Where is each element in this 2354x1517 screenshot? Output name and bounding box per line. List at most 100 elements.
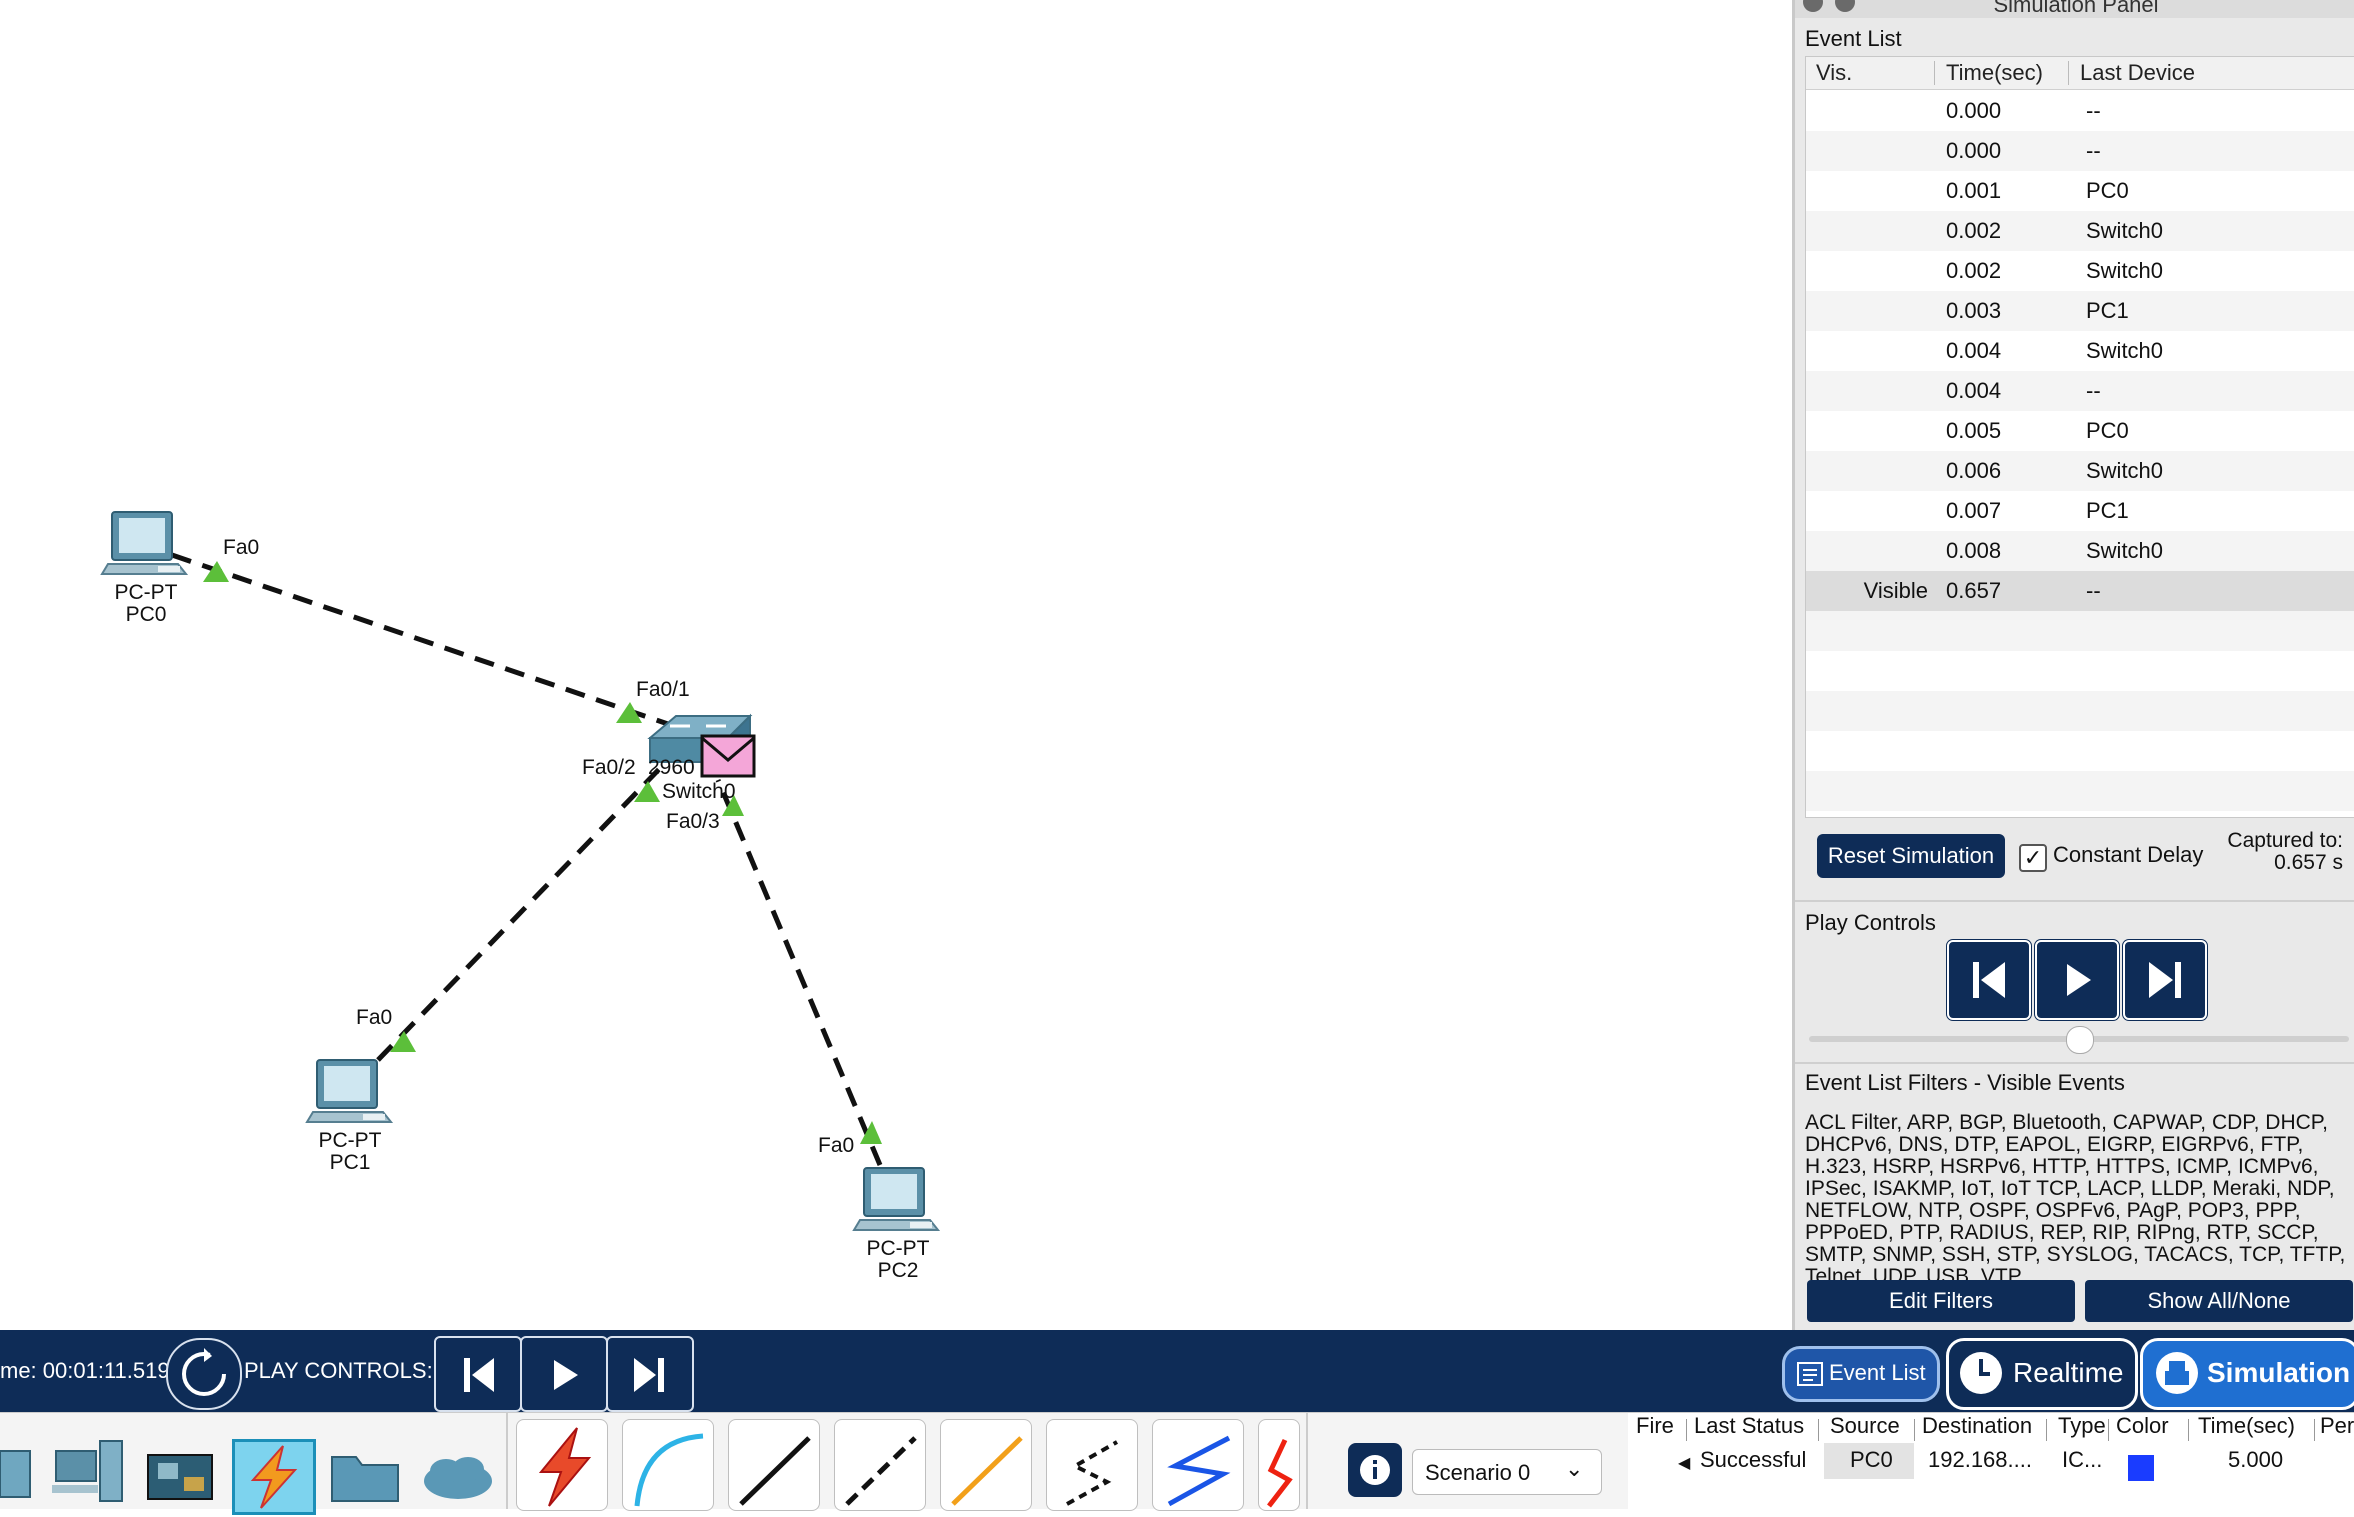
pdu-envelope-icon[interactable] [700, 734, 756, 778]
coaxial-cable-tool[interactable] [1152, 1419, 1244, 1511]
router-category-icon[interactable] [0, 1441, 40, 1507]
pdu-col-source[interactable]: Source [1830, 1413, 1900, 1439]
pdu-source: PC0 [1850, 1447, 1893, 1472]
port-label-sw-fa02: Fa0/2 [582, 756, 636, 779]
scenario-info-button[interactable] [1348, 1443, 1402, 1497]
constant-delay-checkbox[interactable]: ✓ [2019, 844, 2047, 872]
divider [1795, 1062, 2354, 1064]
reset-simulation-button[interactable]: Reset Simulation [1817, 834, 2005, 878]
pdu-col-time[interactable]: Time(sec) [2198, 1413, 2295, 1439]
event-row[interactable]: 0.000 -- [1806, 131, 2354, 171]
col-separator [1914, 1419, 1915, 1441]
col-separator [2108, 1419, 2109, 1441]
event-row[interactable]: 0.002 Switch0 [1806, 211, 2354, 251]
pdu-last-status: Successful [1700, 1447, 1807, 1472]
pdu-col-fire[interactable]: Fire [1636, 1413, 1674, 1439]
fiber-cable-tool[interactable] [940, 1419, 1032, 1511]
pdu-col-color[interactable]: Color [2116, 1413, 2169, 1439]
step-forward-button[interactable] [2123, 940, 2207, 1020]
pdu-list-table[interactable]: Fire Last Status Source Destination Type… [1628, 1413, 2354, 1509]
scenario-select[interactable]: Scenario 0 ⌄ [1412, 1449, 1602, 1495]
lightning-icon [250, 1445, 298, 1509]
visible-events-list: ACL Filter, ARP, BGP, Bluetooth, CAPWAP,… [1805, 1111, 2346, 1288]
pdu-col-destination[interactable]: Destination [1922, 1413, 2032, 1439]
port-up-sw-fa02 [634, 781, 660, 802]
port-label-sw-fa01: Fa0/1 [636, 678, 690, 701]
play-button[interactable] [2035, 940, 2119, 1020]
event-last-device: Switch0 [2086, 258, 2164, 283]
play-icon [554, 1360, 578, 1390]
event-last-device: Switch0 [2086, 218, 2164, 243]
port-label-pc2-fa0: Fa0 [818, 1134, 855, 1157]
event-last-device: PC1 [2086, 498, 2129, 523]
components-category-icon[interactable] [144, 1447, 220, 1507]
event-row[interactable]: Visible 0.657 -- [1806, 571, 2354, 611]
phone-cable-tool[interactable] [1046, 1419, 1138, 1511]
event-row[interactable]: 0.006 Switch0 [1806, 451, 2354, 491]
col-header-vis[interactable]: Vis. [1816, 57, 1852, 89]
straight-through-cable-tool[interactable] [728, 1419, 820, 1511]
event-list-toggle-label: Event List [1829, 1360, 1926, 1385]
event-row-empty [1806, 611, 2354, 651]
link-pc0-switch0 [171, 552, 669, 727]
bottom-step-back-button[interactable] [434, 1336, 522, 1412]
event-time: 0.657 [1946, 578, 2002, 603]
topology-canvas[interactable]: PC-PT PC0 Fa0 PC-PT PC1 Fa0 PC-PT PC2 Fa… [0, 0, 1790, 1330]
event-row[interactable]: 0.007 PC1 [1806, 491, 2354, 531]
edit-filters-button[interactable]: Edit Filters [1807, 1280, 2075, 1322]
pdu-col-last-status[interactable]: Last Status [1694, 1413, 1804, 1439]
pc2-name: PC2 [877, 1259, 919, 1282]
port-up-pc1 [390, 1031, 416, 1052]
col-separator [1818, 1419, 1819, 1441]
auto-connect-lightning-icon [538, 1427, 592, 1507]
simulation-mode-button[interactable]: Simulation [2140, 1338, 2354, 1410]
event-last-device: -- [2086, 378, 2101, 403]
col-separator [2188, 1419, 2189, 1441]
connections-category-button[interactable] [232, 1439, 316, 1515]
event-last-device: -- [2086, 98, 2101, 123]
realtime-mode-button[interactable]: Realtime [1946, 1338, 2138, 1410]
console-cable-tool[interactable] [622, 1419, 714, 1511]
col-separator [2314, 1419, 2315, 1441]
col-separator [2046, 1419, 2047, 1441]
pc0-icon[interactable] [98, 508, 190, 588]
event-row[interactable]: 0.001 PC0 [1806, 171, 2354, 211]
event-list-filters-label: Event List Filters - Visible Events [1805, 1070, 2125, 1095]
pc0-label: PC-PT PC0 [100, 582, 192, 626]
switch0-model-label: 2960 [648, 756, 695, 779]
end-devices-category-icon[interactable] [50, 1437, 130, 1507]
slider-thumb[interactable] [2066, 1026, 2094, 1054]
serial-cable-icon [1267, 1438, 1293, 1508]
pdu-col-periodic[interactable]: Per [2320, 1413, 2354, 1439]
event-row[interactable]: 0.004 Switch0 [1806, 331, 2354, 371]
col-header-last-device[interactable]: Last Device [2080, 57, 2195, 89]
event-time: 0.003 [1946, 298, 2002, 323]
event-row[interactable]: 0.004 -- [1806, 371, 2354, 411]
pdu-col-type[interactable]: Type [2058, 1413, 2106, 1439]
fire-indicator-icon[interactable]: ◀ [1678, 1453, 1690, 1473]
event-row[interactable]: 0.005 PC0 [1806, 411, 2354, 451]
event-list-toggle-button[interactable]: Event List [1782, 1346, 1940, 1402]
divider [1306, 1413, 1308, 1509]
bottom-play-button[interactable] [520, 1336, 608, 1412]
step-back-button[interactable] [1947, 940, 2031, 1020]
col-header-time[interactable]: Time(sec) [1946, 57, 2043, 89]
crossover-cable-tool[interactable] [834, 1419, 926, 1511]
cloud-icon[interactable] [418, 1449, 498, 1505]
show-all-none-button[interactable]: Show All/None [2085, 1280, 2353, 1322]
bottom-step-forward-button[interactable] [606, 1336, 694, 1412]
auto-connection-tool[interactable] [516, 1419, 608, 1511]
pc1-icon[interactable] [303, 1056, 395, 1136]
reset-time-button[interactable] [166, 1338, 242, 1410]
pc2-icon[interactable] [850, 1164, 942, 1244]
event-last-device: PC1 [2086, 298, 2129, 323]
event-row[interactable]: 0.000 -- [1806, 91, 2354, 131]
playback-speed-slider[interactable] [1809, 1026, 2349, 1054]
event-row[interactable]: 0.008 Switch0 [1806, 531, 2354, 571]
serial-cable-tool[interactable] [1258, 1419, 1300, 1511]
folder-icon[interactable] [326, 1443, 406, 1507]
event-list-table[interactable]: Vis. Time(sec) Last Device 0.000 -- 0.000 -… [1805, 56, 2354, 818]
event-row[interactable]: 0.002 Switch0 [1806, 251, 2354, 291]
event-row[interactable]: 0.003 PC1 [1806, 291, 2354, 331]
pdu-destination: 192.168.... [1928, 1447, 2032, 1472]
